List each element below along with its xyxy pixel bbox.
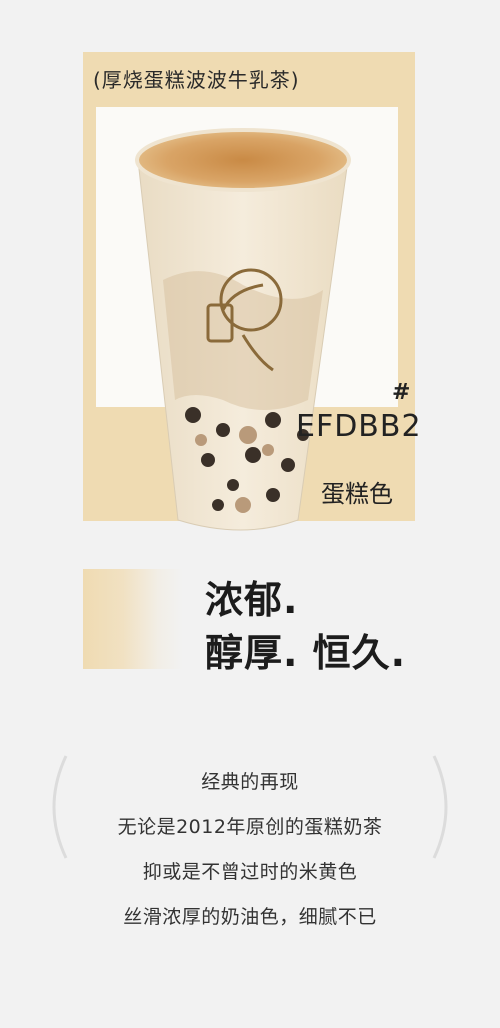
hex-color-code: EFDBB2 <box>296 409 422 444</box>
description-line: 无论是2012年原创的蛋糕奶茶 <box>117 816 383 838</box>
tagline-line-2: 醇厚. 恒久. <box>205 631 407 675</box>
product-name: (厚烧蛋糕波波牛乳茶) <box>93 68 300 92</box>
tagline-line-1: 浓郁. <box>205 578 299 622</box>
description-line: 丝滑浓厚的奶油色，细腻不已 <box>123 906 377 928</box>
color-swatch-card: (厚烧蛋糕波波牛乳茶) # EFDBB2 蛋糕色 <box>83 52 421 531</box>
description-line: 经典的再现 <box>201 771 299 793</box>
color-gradient-bar <box>83 569 183 669</box>
color-name: 蛋糕色 <box>321 480 393 508</box>
hash-symbol: # <box>392 380 411 405</box>
description-line: 抑或是不曾过时的米黄色 <box>142 861 358 883</box>
